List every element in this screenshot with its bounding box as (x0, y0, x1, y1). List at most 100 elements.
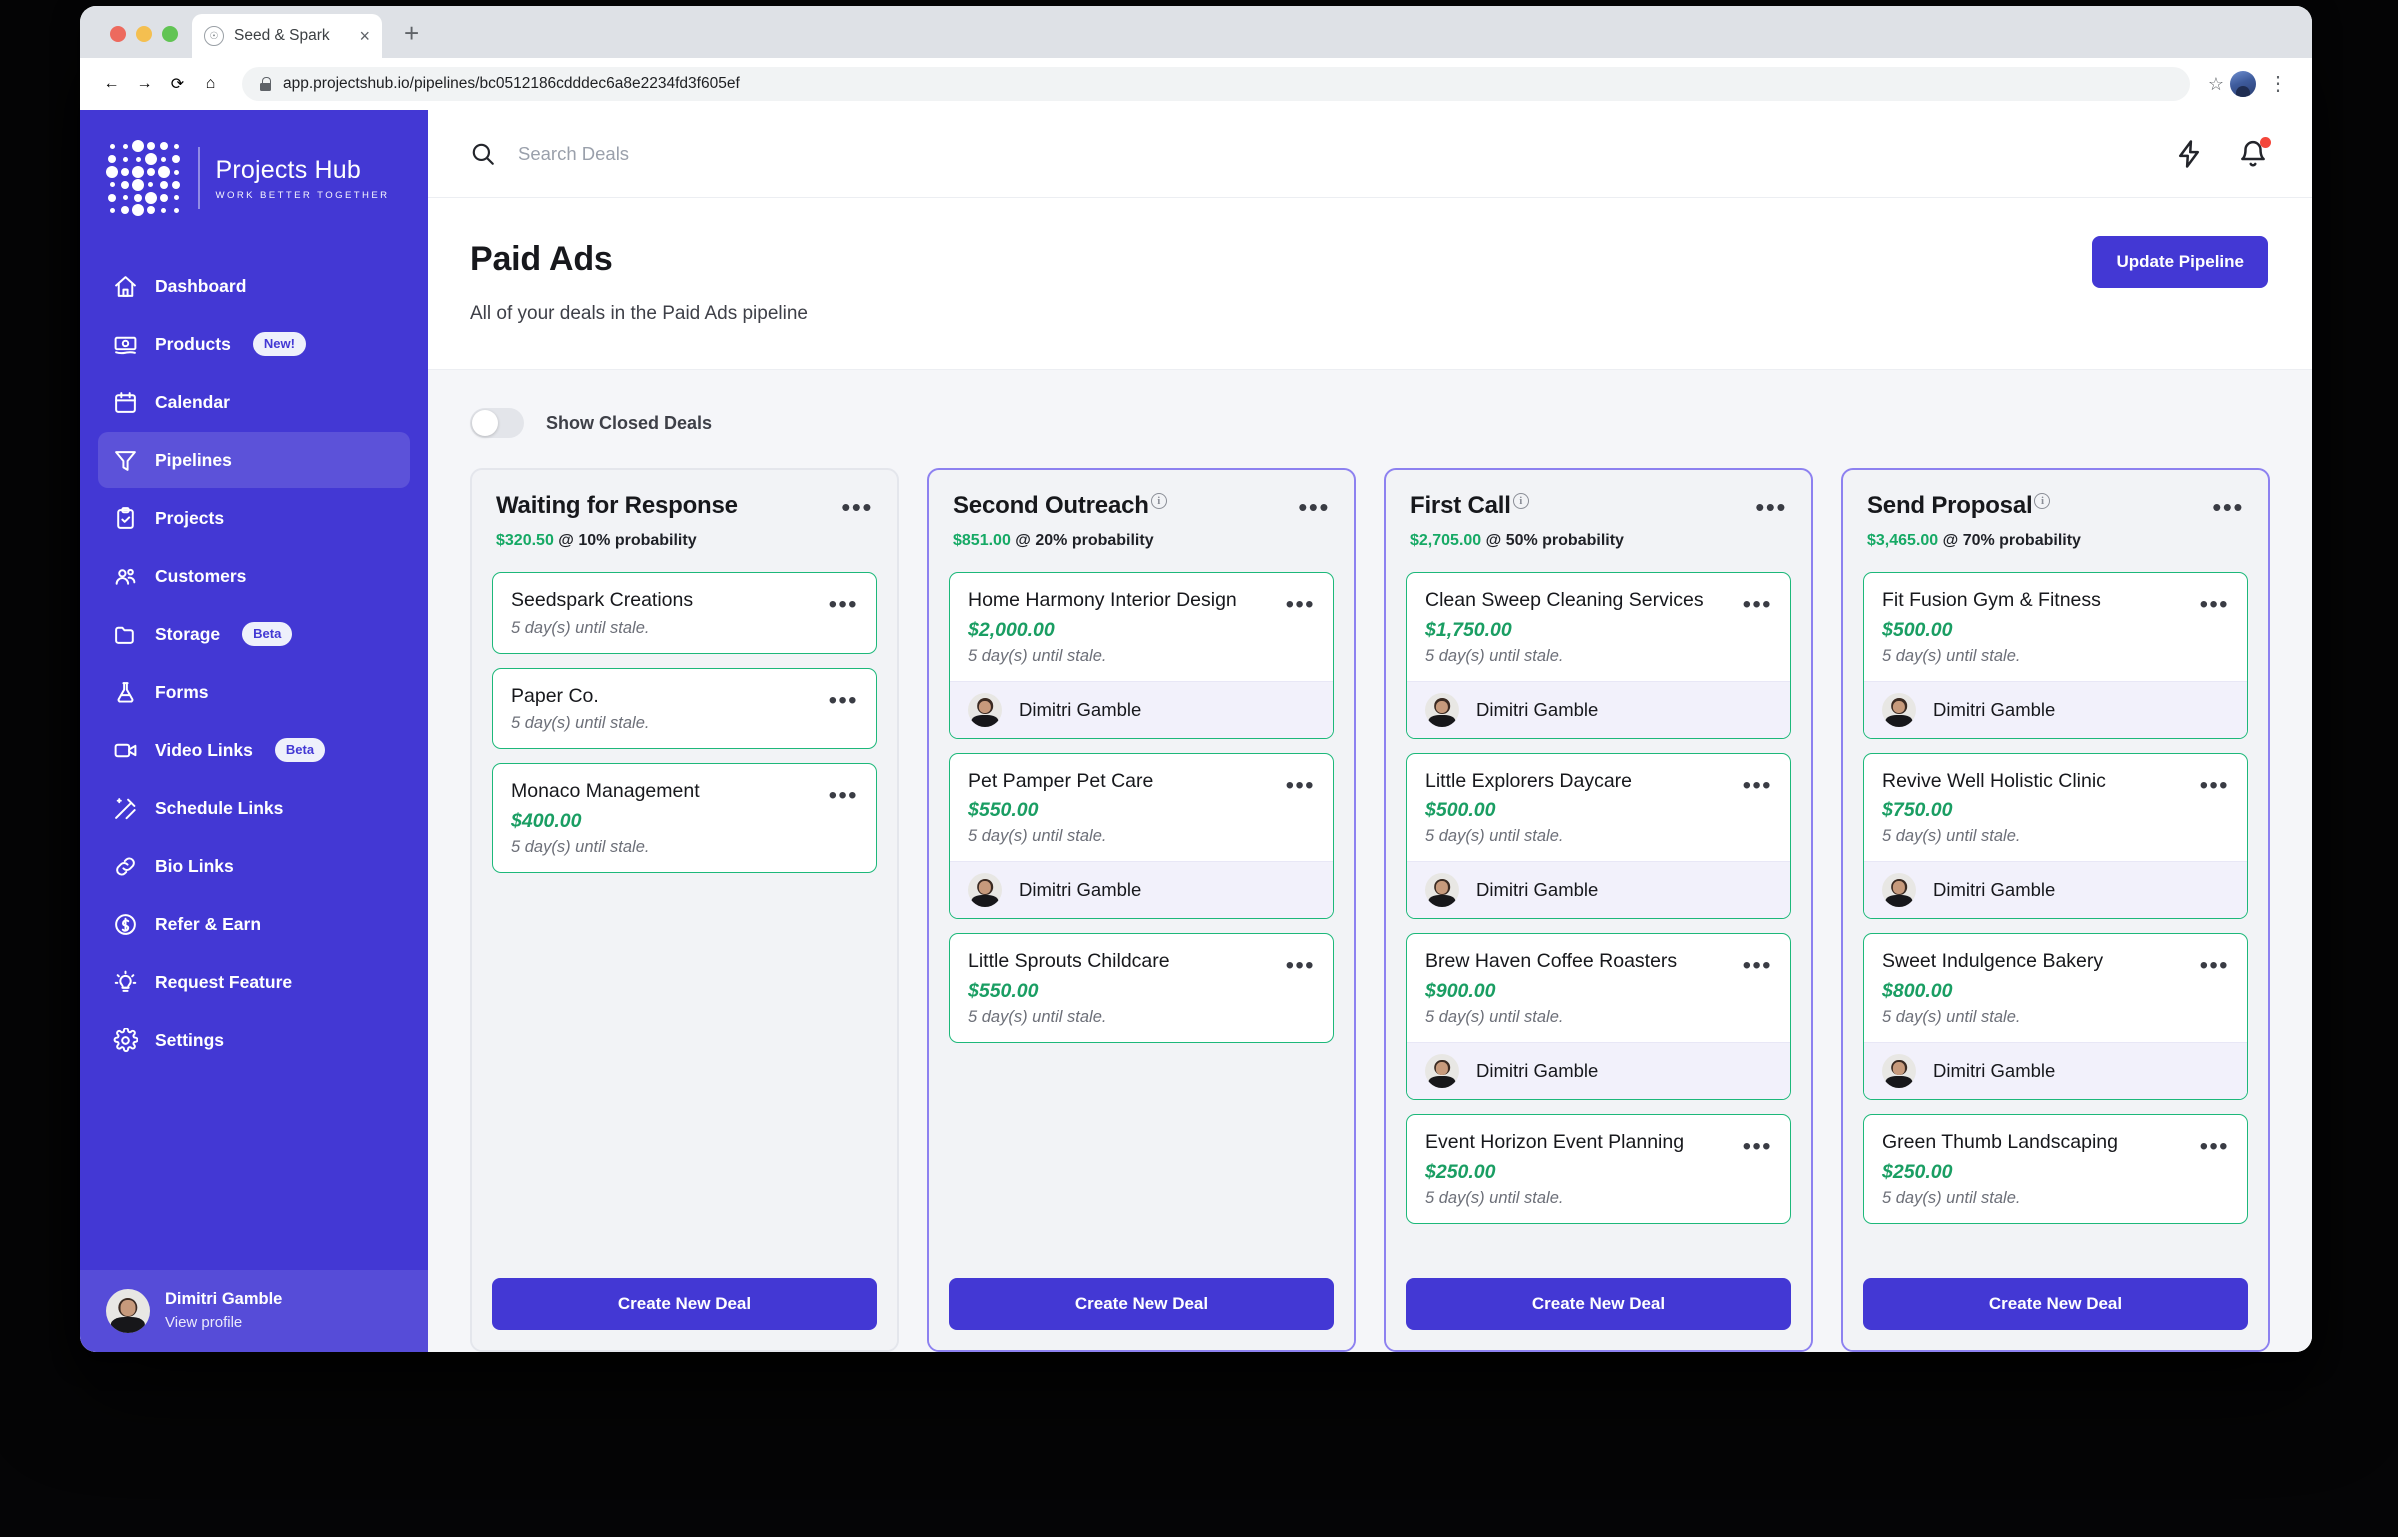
deal-amount: $1,750.00 (1425, 618, 1512, 641)
info-icon[interactable]: i (1150, 493, 1167, 509)
pipeline-column[interactable]: First Call i ••• $2,705.00 @ 50% probabilit… (1384, 468, 1813, 1352)
create-new-deal-button[interactable]: Create New Deal (1863, 1278, 2248, 1330)
deal-menu-icon[interactable]: ••• (2200, 949, 2229, 978)
deal-owner-row: Dimitri Gamble (1407, 680, 1790, 738)
column-title-wrap: First Call i (1410, 492, 1529, 520)
deal-card[interactable]: Fit Fusion Gym & Fitness ••• $500.00 5 day(… (1863, 572, 2248, 739)
show-closed-deals-toggle[interactable] (470, 408, 524, 438)
deal-menu-icon[interactable]: ••• (1286, 949, 1315, 978)
sidebar-item-badge: Beta (242, 622, 293, 646)
search-input[interactable] (518, 142, 938, 165)
sidebar-item-dashboard[interactable]: Dashboard (98, 258, 410, 314)
sidebar-item-forms[interactable]: Forms (98, 664, 410, 720)
deal-name: Pet Pamper Pet Care (968, 769, 1154, 792)
reload-icon[interactable]: ⟳ (164, 71, 191, 98)
deal-menu-icon[interactable]: ••• (1743, 588, 1772, 617)
sidebar-item-settings[interactable]: Settings (98, 1012, 410, 1068)
column-probability: @ 70% probability (1942, 532, 2081, 549)
deal-card-body: Little Explorers Daycare ••• $500.00 5 day(… (1407, 754, 1790, 862)
create-new-deal-button[interactable]: Create New Deal (1406, 1278, 1791, 1330)
sidebar-item-calendar[interactable]: Calendar (98, 374, 410, 430)
deal-menu-icon[interactable]: ••• (829, 779, 858, 808)
create-new-deal-button[interactable]: Create New Deal (492, 1278, 877, 1330)
deal-owner-row: Dimitri Gamble (1864, 680, 2247, 738)
column-title-wrap: Second Outreach i (953, 492, 1167, 520)
deal-name: Sweet Indulgence Bakery (1882, 950, 2104, 973)
deal-menu-icon[interactable]: ••• (1743, 769, 1772, 797)
sidebar-item-customers[interactable]: Customers (98, 548, 410, 604)
deal-menu-icon[interactable]: ••• (829, 588, 858, 617)
column-menu-icon[interactable]: ••• (1298, 492, 1330, 520)
update-pipeline-button[interactable]: Update Pipeline (2092, 236, 2268, 288)
maximize-window-button[interactable] (162, 26, 178, 42)
deal-menu-icon[interactable]: ••• (1286, 769, 1315, 797)
deal-card[interactable]: Little Explorers Daycare ••• $500.00 5 day(… (1406, 752, 1791, 920)
deal-name: Event Horizon Event Planning (1425, 1131, 1685, 1154)
bell-icon[interactable] (2238, 136, 2271, 169)
deal-menu-icon[interactable]: ••• (1286, 588, 1315, 617)
deal-card[interactable]: Paper Co. ••• 5 day(s) until stale. (492, 667, 877, 750)
deal-stale-text: 5 day(s) until stale. (511, 714, 650, 733)
deal-card[interactable]: Little Sprouts Childcare ••• $550.00 5 day(… (949, 933, 1334, 1044)
browser-tab[interactable]: ☉ Seed & Spark × (192, 14, 382, 58)
sidebar-item-label: Projects (155, 507, 225, 528)
deal-owner-name: Dimitri Gamble (1933, 698, 2056, 720)
sidebar-item-schedule-links[interactable]: Schedule Links (98, 780, 410, 836)
browser-tab-bar: ☉ Seed & Spark × + (80, 6, 2312, 58)
deal-card[interactable]: Event Horizon Event Planning ••• $250.00 5 … (1406, 1114, 1791, 1224)
home-icon[interactable]: ⌂ (197, 71, 224, 98)
sidebar-user-profile[interactable]: Dimitri Gamble View profile (80, 1270, 428, 1352)
minimize-window-button[interactable] (136, 26, 152, 42)
column-menu-icon[interactable]: ••• (841, 492, 873, 520)
bookmark-star-icon[interactable]: ☆ (2208, 74, 2224, 95)
sidebar-item-video-links[interactable]: Video Links Beta (98, 722, 410, 778)
close-window-button[interactable] (110, 26, 126, 42)
sidebar-item-products[interactable]: Products New! (98, 316, 410, 372)
address-bar[interactable]: app.projectshub.io/pipelines/bc0512186cd… (242, 67, 2190, 101)
deal-menu-icon[interactable]: ••• (1743, 949, 1772, 978)
pipeline-column[interactable]: Waiting for Response ••• $320.50 @ 10% pro… (470, 468, 899, 1352)
close-tab-icon[interactable]: × (359, 27, 370, 45)
column-menu-icon[interactable]: ••• (2212, 492, 2244, 520)
deal-card[interactable]: Brew Haven Coffee Roasters ••• $900.00 5 da… (1406, 933, 1791, 1101)
forward-icon[interactable]: → (131, 71, 158, 98)
browser-profile-avatar[interactable] (2230, 71, 2256, 97)
new-tab-button[interactable]: + (382, 20, 419, 58)
sidebar-item-refer-earn[interactable]: Refer & Earn (98, 896, 410, 952)
column-amount: $2,705.00 (1410, 532, 1482, 549)
browser-menu-icon[interactable]: ⋮ (2262, 74, 2294, 94)
pipeline-column[interactable]: Second Outreach i ••• $851.00 @ 20% probabi… (927, 468, 1356, 1352)
sidebar-view-profile-link[interactable]: View profile (165, 1312, 282, 1334)
lightning-icon[interactable] (2174, 139, 2204, 169)
deal-menu-icon[interactable]: ••• (2200, 588, 2229, 617)
brand-block[interactable]: Projects Hub WORK BETTER TOGETHER (80, 110, 428, 250)
sidebar-item-label: Video Links (155, 739, 253, 760)
create-new-deal-button[interactable]: Create New Deal (949, 1278, 1334, 1330)
sidebar-item-projects[interactable]: Projects (98, 490, 410, 546)
deal-card[interactable]: Home Harmony Interior Design ••• $2,000.00… (949, 572, 1334, 739)
deal-card[interactable]: Green Thumb Landscaping ••• $250.00 5 day(s… (1863, 1114, 2248, 1224)
sidebar-item-storage[interactable]: Storage Beta (98, 606, 410, 662)
deal-menu-icon[interactable]: ••• (2200, 1130, 2229, 1159)
page-title: Paid Ads (470, 240, 613, 278)
info-icon[interactable]: i (1512, 493, 1529, 509)
column-menu-icon[interactable]: ••• (1755, 492, 1787, 520)
sidebar-item-pipelines[interactable]: Pipelines (98, 432, 410, 488)
deal-card[interactable]: Seedspark Creations ••• 5 day(s) until sta… (492, 572, 877, 654)
deal-card[interactable]: Sweet Indulgence Bakery ••• $800.00 5 day(s… (1863, 933, 2248, 1101)
deal-owner-name: Dimitri Gamble (1933, 1060, 2056, 1082)
deal-owner-row: Dimitri Gamble (1407, 1042, 1790, 1100)
deal-card[interactable]: Clean Sweep Cleaning Services ••• $1,750.0… (1406, 572, 1791, 739)
deal-menu-icon[interactable]: ••• (829, 684, 858, 712)
deal-card[interactable]: Pet Pamper Pet Care ••• $550.00 5 day(s) un… (949, 752, 1334, 920)
sidebar-item-bio-links[interactable]: Bio Links (98, 838, 410, 894)
deal-card[interactable]: Monaco Management ••• $400.00 5 day(s) unti… (492, 763, 877, 874)
deal-card[interactable]: Revive Well Holistic Clinic ••• $750.00 5 d… (1863, 752, 2248, 920)
back-icon[interactable]: ← (98, 71, 125, 98)
sidebar-item-request-feature[interactable]: Request Feature (98, 954, 410, 1010)
deal-owner-name: Dimitri Gamble (1019, 879, 1142, 901)
deal-menu-icon[interactable]: ••• (1743, 1130, 1772, 1159)
pipeline-column[interactable]: Send Proposal i ••• $3,465.00 @ 70% probabi… (1841, 468, 2270, 1352)
deal-menu-icon[interactable]: ••• (2200, 769, 2229, 797)
info-icon[interactable]: i (2034, 493, 2051, 509)
